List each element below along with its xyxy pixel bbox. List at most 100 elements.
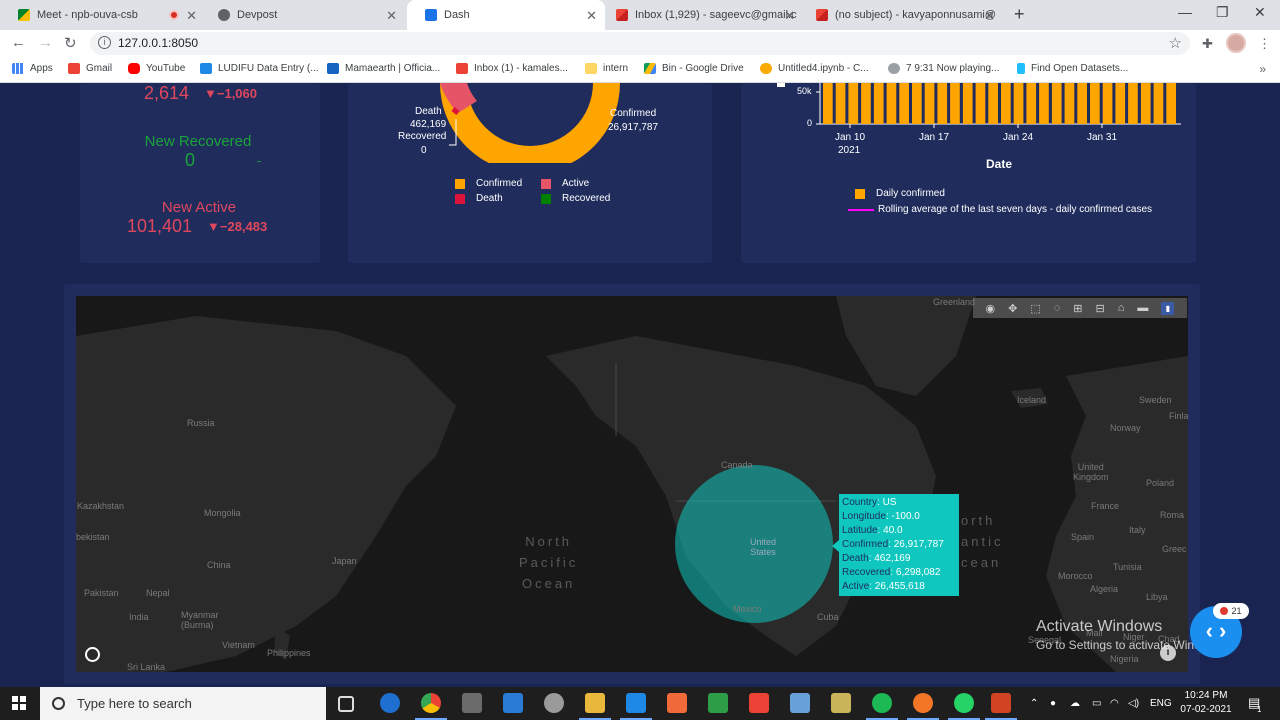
bookmarks-overflow-button[interactable]: » [1259,62,1266,76]
bookmark-mamaearth[interactable]: Mamaearth | Officia... [327,63,440,74]
spotify-icon[interactable] [866,693,898,720]
daily-confirmed-bar[interactable] [950,83,960,124]
daily-confirmed-bar[interactable] [823,83,833,124]
tab-dash[interactable]: Dash ✕ [407,0,605,30]
bookmark-kaggle[interactable]: Find Open Datasets... [1017,63,1128,74]
onedrive-icon[interactable]: ☁ [1070,698,1080,709]
daily-confirmed-bar[interactable] [937,83,948,124]
lasso-select-icon[interactable]: ◌ [1054,302,1061,314]
file-explorer-icon[interactable] [579,693,611,720]
edge-icon[interactable] [380,693,400,713]
camera-icon[interactable]: ◉ [986,302,996,315]
tab-inbox[interactable]: Inbox (1,929) - sageevc@gmail.c ✕ [598,0,803,30]
taskbar-search-box[interactable]: Type here to search [40,687,326,720]
whatsapp-icon[interactable] [948,693,980,720]
legend-rolling-average[interactable]: Rolling average of the last seven days -… [848,204,1152,215]
reset-view-icon[interactable]: ⌂ [1118,302,1125,314]
legend-daily-confirmed[interactable]: Daily confirmed [855,188,945,199]
daily-confirmed-bar[interactable] [924,83,935,124]
close-tab-icon[interactable]: ✕ [586,8,597,24]
minimize-icon[interactable]: — [1178,4,1192,20]
bookmark-star-icon[interactable]: ☆ [1169,34,1182,52]
chrome-icon[interactable] [415,693,447,720]
forward-icon[interactable]: → [38,34,53,51]
daily-confirmed-bar[interactable] [1090,83,1100,124]
task-view-icon[interactable] [338,696,354,712]
bookmark-inbox[interactable]: Inbox (1) - kamales... [456,63,568,74]
daily-confirmed-bar[interactable] [873,83,884,124]
box-select-icon[interactable]: ⬚ [1030,302,1040,315]
store-icon[interactable] [462,693,482,713]
close-tab-icon[interactable]: ✕ [186,8,197,24]
tab-meet[interactable]: Meet - npb-ouva-csb ✕ [0,0,205,30]
daily-confirmed-bar[interactable] [912,83,922,124]
extensions-icon[interactable]: ✚ [1202,36,1213,52]
daily-confirmed-bar[interactable] [1026,83,1037,124]
battery-icon[interactable]: ▭ [1092,698,1101,709]
daily-confirmed-bar[interactable] [1166,83,1176,124]
bookmark-gmail[interactable]: Gmail [68,63,112,74]
daily-confirmed-bar[interactable] [1115,83,1126,124]
jupyter-icon[interactable] [907,693,939,720]
zoom-in-icon[interactable]: ⊞ [1073,302,1082,315]
daily-confirmed-bar[interactable] [1039,83,1049,124]
bookmark-now-playing[interactable]: 7 9:31 Now playing... [888,63,999,74]
menu-icon[interactable]: ⋮ [1258,36,1271,52]
daily-confirmed-bar[interactable] [1064,83,1075,124]
vscode-icon[interactable] [620,693,652,720]
legend-active[interactable]: Active [541,178,589,189]
plotly-logo-icon[interactable]: ▮ [1161,301,1175,315]
paint-icon[interactable] [831,693,851,713]
daily-confirmed-bar[interactable] [1051,83,1062,124]
tab-no-subject[interactable]: (no subject) - kavyaponnusami@ ✕ [798,0,1003,30]
bookmark-intern[interactable]: intern [585,63,628,74]
legend-death[interactable]: Death [455,193,503,204]
close-window-icon[interactable]: ✕ [1254,4,1266,21]
language-indicator[interactable]: ENG [1150,698,1172,709]
mail-icon[interactable] [503,693,523,713]
close-tab-icon[interactable]: ✕ [784,8,795,24]
gmail-icon[interactable] [749,693,769,713]
donut-death-slice[interactable] [451,107,460,115]
daily-confirmed-bar[interactable] [975,83,986,124]
profile-avatar[interactable] [1226,33,1246,53]
new-tab-button[interactable]: + [1014,4,1025,25]
zoom-out-icon[interactable]: ⊟ [1096,302,1105,315]
close-tab-icon[interactable]: ✕ [984,8,995,24]
windows-start-icon[interactable] [12,696,26,710]
xampp-icon[interactable] [667,693,687,713]
toggle-spike-icon[interactable]: ▬ [1137,302,1148,314]
tab-devpost[interactable]: Devpost ✕ [200,0,405,30]
daily-confirmed-bar[interactable] [1153,83,1164,124]
back-icon[interactable]: ← [11,34,26,51]
powerpoint-icon[interactable] [985,693,1017,720]
daily-confirmed-bar[interactable] [988,83,998,124]
bookmark-apps[interactable]: Apps [12,63,53,74]
daily-confirmed-bar[interactable] [962,83,973,124]
wifi-icon[interactable]: ◠ [1110,698,1119,709]
maximize-icon[interactable]: ❐ [1216,4,1229,21]
daily-confirmed-bar[interactable] [1013,83,1024,124]
error-count-badge[interactable]: 21 [1213,603,1249,619]
pan-icon[interactable]: ✥ [1008,302,1017,315]
microphone-icon[interactable]: ● [1050,698,1056,709]
daily-confirmed-bar[interactable] [1102,83,1113,124]
daily-confirmed-bar[interactable] [861,83,871,124]
daily-confirmed-bar[interactable] [899,83,909,124]
world-map[interactable]: ◉ ✥ ⬚ ◌ ⊞ ⊟ ⌂ ▬ ▮ Greenland Russia Kazak… [76,296,1188,672]
legend-confirmed[interactable]: Confirmed [455,178,522,189]
bookmark-colab[interactable]: Untitled4.ipynb - C... [760,63,869,74]
taskbar-clock[interactable]: 10:24 PM 07-02-2021 [1176,689,1236,717]
image-viewer-icon[interactable] [708,693,728,713]
daily-confirmed-bar[interactable] [1140,83,1151,124]
legend-recovered[interactable]: Recovered [541,193,610,204]
database-icon[interactable] [544,693,564,713]
address-bar[interactable]: i 127.0.0.1:8050 ☆ [90,32,1190,55]
mapbox-logo-icon[interactable] [85,647,100,662]
site-info-icon[interactable]: i [98,36,111,49]
daily-confirmed-bar[interactable] [835,83,846,124]
notepad-icon[interactable] [790,693,810,713]
bookmark-ludifu[interactable]: LUDIFU Data Entry (... [200,63,319,74]
close-tab-icon[interactable]: ✕ [386,8,397,24]
daily-confirmed-bar[interactable] [1001,83,1011,124]
